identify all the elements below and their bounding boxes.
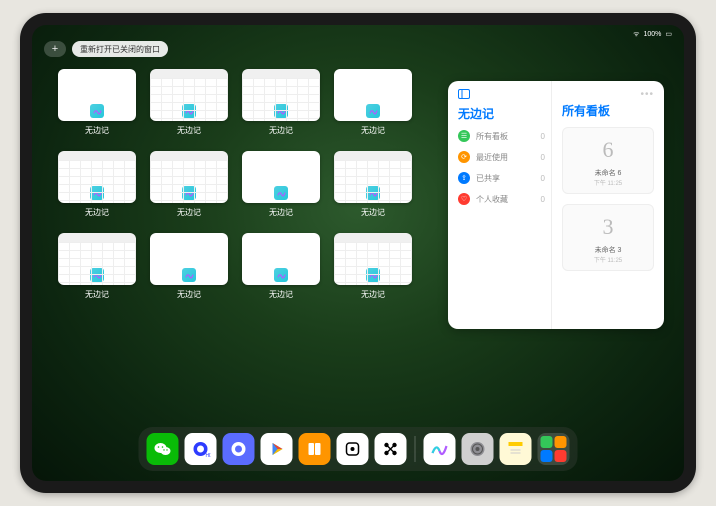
content-title: 所有看板 bbox=[562, 102, 654, 119]
window-label: 无边记 bbox=[361, 207, 385, 218]
freeform-app-icon bbox=[366, 186, 380, 200]
new-window-button[interactable]: + bbox=[44, 41, 66, 57]
window-label: 无边记 bbox=[269, 125, 293, 136]
freeform-app-icon bbox=[182, 104, 196, 118]
freeform-app-icon bbox=[182, 268, 196, 282]
sidebar-item-label: 最近使用 bbox=[476, 152, 508, 163]
board-preview: 3 bbox=[592, 211, 624, 243]
board-name: 未命名 3 bbox=[595, 245, 622, 255]
sidebar-item-count: 0 bbox=[541, 195, 545, 204]
window-grid: 无边记无边记无边记无边记无边记无边记无边记无边记无边记无边记无边记无边记 bbox=[58, 69, 412, 305]
dock-icon-quark[interactable] bbox=[223, 433, 255, 465]
sidebar-item[interactable]: ♡ 个人收藏 0 bbox=[458, 193, 545, 205]
window-thumb[interactable]: 无边记 bbox=[242, 151, 320, 223]
battery-icon: ▭ bbox=[665, 30, 672, 38]
window-thumb[interactable]: 无边记 bbox=[242, 233, 320, 305]
status-bar: ᯤ 100% ▭ bbox=[32, 27, 684, 41]
freeform-app-icon bbox=[366, 268, 380, 282]
sidebar-item-count: 0 bbox=[541, 174, 545, 183]
panel-content: ••• 所有看板 6未命名 6下午 11:253未命名 3下午 11:25 bbox=[552, 81, 664, 329]
window-thumb[interactable]: 无边记 bbox=[150, 151, 228, 223]
window-thumb[interactable]: 无边记 bbox=[58, 233, 136, 305]
wifi-icon: ᯤ bbox=[633, 30, 639, 39]
board-time: 下午 11:25 bbox=[594, 255, 622, 264]
window-label: 无边记 bbox=[85, 125, 109, 136]
sidebar-item-count: 0 bbox=[541, 132, 545, 141]
sidebar-item-label: 个人收藏 bbox=[476, 194, 508, 205]
board-name: 未命名 6 bbox=[595, 168, 622, 178]
freeform-app-icon bbox=[90, 268, 104, 282]
top-bar: + 重新打开已关闭的窗口 bbox=[44, 41, 168, 57]
sidebar-item-icon: ⇪ bbox=[458, 172, 470, 184]
window-thumb[interactable]: 无边记 bbox=[334, 69, 412, 141]
sidebar-item-icon: ☰ bbox=[458, 130, 470, 142]
screen: ᯤ 100% ▭ + 重新打开已关闭的窗口 无边记无边记无边记无边记无边记无边记… bbox=[32, 25, 684, 481]
dock-icon-graph[interactable] bbox=[375, 433, 407, 465]
freeform-app-icon bbox=[274, 268, 288, 282]
board-preview: 6 bbox=[592, 134, 624, 166]
window-label: 无边记 bbox=[177, 207, 201, 218]
sidebar-item-label: 所有看板 bbox=[476, 131, 508, 142]
window-thumb[interactable]: 无边记 bbox=[58, 151, 136, 223]
dock-icon-freeform[interactable] bbox=[424, 433, 456, 465]
board-time: 下午 11:25 bbox=[594, 178, 622, 187]
board-card[interactable]: 6 未命名 6下午 11:25 bbox=[562, 127, 654, 194]
window-label: 无边记 bbox=[269, 207, 293, 218]
dock-separator bbox=[415, 436, 416, 462]
sidebar-item-count: 0 bbox=[541, 153, 545, 162]
battery-text: 100% bbox=[643, 31, 661, 38]
dock-icon-wechat[interactable] bbox=[147, 433, 179, 465]
window-thumb[interactable]: 无边记 bbox=[150, 233, 228, 305]
freeform-app-icon bbox=[182, 186, 196, 200]
sidebar-item-icon: ♡ bbox=[458, 193, 470, 205]
reopen-closed-window-button[interactable]: 重新打开已关闭的窗口 bbox=[72, 41, 168, 57]
panel-title: 无边记 bbox=[458, 105, 545, 122]
sidebar-item[interactable]: ⇪ 已共享 0 bbox=[458, 172, 545, 184]
window-label: 无边记 bbox=[361, 289, 385, 300]
window-label: 无边记 bbox=[177, 289, 201, 300]
freeform-app-icon bbox=[366, 104, 380, 118]
dock-icon-dice[interactable] bbox=[337, 433, 369, 465]
window-label: 无边记 bbox=[85, 289, 109, 300]
window-label: 无边记 bbox=[85, 207, 109, 218]
sidebar-item[interactable]: ☰ 所有看板 0 bbox=[458, 130, 545, 142]
window-thumb[interactable]: 无边记 bbox=[58, 69, 136, 141]
freeform-panel: 无边记 ☰ 所有看板 0 ⟳ 最近使用 0 ⇪ 已共享 0 ♡ 个人收藏 0 ••• 所有看板 6 未命… bbox=[448, 81, 664, 329]
dock-icon-settings[interactable] bbox=[462, 433, 494, 465]
dock-icon-notes[interactable] bbox=[500, 433, 532, 465]
window-thumb[interactable]: 无边记 bbox=[334, 151, 412, 223]
freeform-app-icon bbox=[90, 186, 104, 200]
more-icon[interactable]: ••• bbox=[562, 89, 654, 100]
svg-text:HD: HD bbox=[206, 453, 211, 459]
window-label: 无边记 bbox=[177, 125, 201, 136]
sidebar-item[interactable]: ⟳ 最近使用 0 bbox=[458, 151, 545, 163]
dock: HD bbox=[139, 427, 578, 471]
dock-folder[interactable] bbox=[538, 433, 570, 465]
freeform-app-icon bbox=[274, 186, 288, 200]
freeform-app-icon bbox=[90, 104, 104, 118]
window-label: 无边记 bbox=[361, 125, 385, 136]
ipad-device: ᯤ 100% ▭ + 重新打开已关闭的窗口 无边记无边记无边记无边记无边记无边记… bbox=[20, 13, 696, 493]
panel-sidebar: 无边记 ☰ 所有看板 0 ⟳ 最近使用 0 ⇪ 已共享 0 ♡ 个人收藏 0 bbox=[448, 81, 552, 329]
sidebar-toggle-icon[interactable] bbox=[458, 89, 470, 99]
freeform-app-icon bbox=[274, 104, 288, 118]
window-label: 无边记 bbox=[269, 289, 293, 300]
dock-icon-play[interactable] bbox=[261, 433, 293, 465]
window-thumb[interactable]: 无边记 bbox=[242, 69, 320, 141]
sidebar-item-label: 已共享 bbox=[476, 173, 500, 184]
window-thumb[interactable]: 无边记 bbox=[334, 233, 412, 305]
board-card[interactable]: 3 未命名 3下午 11:25 bbox=[562, 204, 654, 271]
sidebar-item-icon: ⟳ bbox=[458, 151, 470, 163]
dock-icon-books[interactable] bbox=[299, 433, 331, 465]
window-thumb[interactable]: 无边记 bbox=[150, 69, 228, 141]
dock-icon-quark-hd[interactable]: HD bbox=[185, 433, 217, 465]
